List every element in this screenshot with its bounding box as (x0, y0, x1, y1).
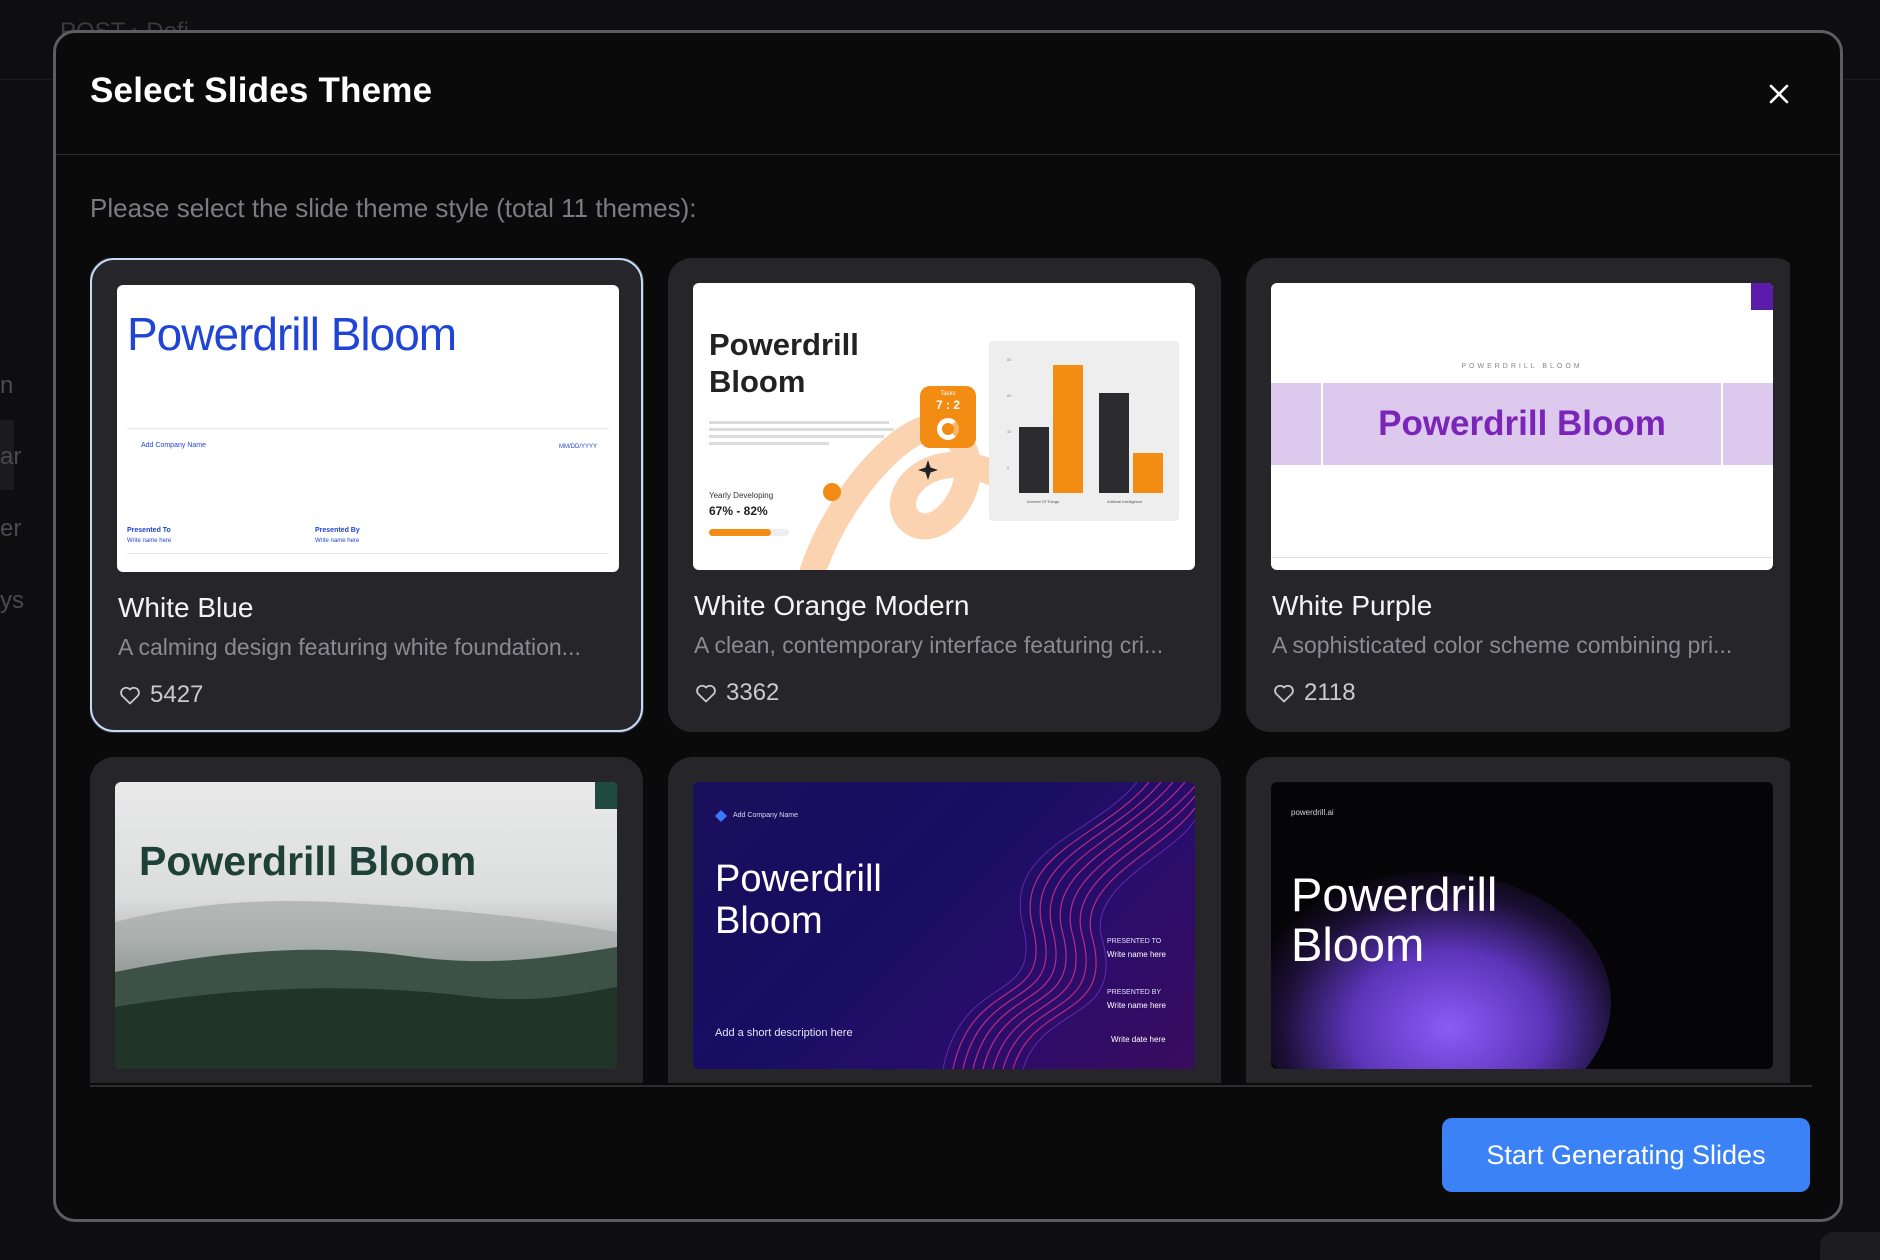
preview-date: Write date here (1111, 1035, 1166, 1044)
preview-chart-panel: 80 60 40 0 Internet Of Things Artificial Inte… (989, 341, 1179, 521)
preview-badge: Tasks 7 : 2 (920, 386, 976, 448)
preview-title: Powerdrill Bloom (1378, 404, 1666, 443)
start-generating-button[interactable]: Start Generating Slides (1442, 1118, 1810, 1192)
theme-grid: Powerdrill Bloom Add Company Name MM/DD/… (90, 258, 1790, 1083)
theme-likes[interactable]: 5427 (118, 680, 203, 710)
preview-category-label: Artificial Intelligence (1107, 499, 1143, 504)
background-corner-chip (1820, 1232, 1880, 1260)
theme-select-dialog: Select Slides Theme Please select the sl… (53, 30, 1843, 1222)
preview-presented-to-label: Presented To (127, 527, 171, 534)
preview-progress-track (709, 529, 789, 536)
preview-axis-label: 0 (1007, 465, 1010, 470)
preview-presented-by-label: PRESENTED BY (1107, 989, 1162, 996)
preview-text-line (709, 421, 889, 424)
preview-text-line (709, 442, 829, 445)
preview-title: Powerdrill Bloom (139, 838, 477, 884)
logo-icon (715, 810, 727, 822)
preview-title: Powerdrill Bloom (127, 308, 457, 360)
close-icon (1769, 84, 1789, 104)
preview-dot (823, 483, 841, 501)
dialog-header: Select Slides Theme (56, 33, 1840, 155)
theme-card-white-purple[interactable]: POWERDRILL BLOOM Powerdrill Bloom White … (1246, 258, 1790, 732)
preview-title-line1: Powerdrill (709, 327, 859, 362)
preview-axis-label: 40 (1007, 429, 1012, 434)
preview-bar (1053, 365, 1083, 493)
preview-date: MM/DD/YYYY (558, 444, 597, 450)
sparkle-icon (918, 460, 938, 480)
preview-presented-to-label: PRESENTED TO (1107, 938, 1162, 945)
preview-text-line (709, 428, 894, 431)
background-sidebar-text: ar (0, 443, 22, 470)
preview-title-line1: Powerdrill (715, 858, 882, 900)
preview-badge-label: Tasks (940, 391, 956, 397)
preview-divider (1271, 557, 1773, 558)
preview-category-label: Internet Of Things (1027, 499, 1059, 504)
theme-description: A sophisticated color scheme combining p… (1272, 632, 1733, 658)
preview-progress-fill (709, 529, 772, 536)
dialog-subtitle: Please select the slide theme style (tot… (90, 193, 697, 223)
theme-preview: POWERDRILL BLOOM Powerdrill Bloom (1271, 283, 1773, 570)
preview-band: Powerdrill Bloom (1271, 383, 1773, 465)
theme-card-white-blue[interactable]: Powerdrill Bloom Add Company Name MM/DD/… (90, 258, 643, 732)
theme-name: White Purple (1272, 590, 1433, 621)
preview-badge-ratio: 7 : 2 (935, 398, 960, 412)
preview-presented-to-value: Write name here (1107, 950, 1166, 959)
preview-presented-by-label: Presented By (315, 527, 360, 534)
theme-description: A clean, contemporary interface featurin… (694, 632, 1164, 658)
preview-text-line (709, 435, 884, 438)
heart-icon (696, 684, 716, 703)
preview-bar (1099, 393, 1129, 493)
preview-site: powerdrill.ai (1291, 808, 1334, 817)
preview-badge-donut (937, 418, 959, 440)
theme-preview: Powerdrill Bloom (115, 782, 617, 1069)
preview-bar-chart: 80 60 40 0 Internet Of Things Artificial Inte… (1007, 357, 1163, 504)
preview-presented-by-value: Write name here (315, 538, 360, 544)
likes-count: 2118 (1304, 679, 1356, 706)
preview-corner-accent (595, 782, 617, 809)
theme-card-forest[interactable]: Powerdrill Bloom (90, 757, 643, 1083)
theme-name: White Blue (118, 592, 254, 623)
preview-axis-label: 80 (1007, 357, 1012, 362)
heart-icon (120, 686, 140, 705)
heart-icon (1274, 684, 1294, 703)
theme-description: A calming design featuring white foundat… (118, 634, 581, 660)
preview-yearly-label: Yearly Developing (709, 491, 774, 500)
background-sidebar-text: er (0, 515, 22, 542)
theme-card-dark-purple-glow[interactable]: powerdrill.ai Powerdrill Bloom (1246, 757, 1790, 1083)
likes-count: 5427 (150, 681, 204, 708)
preview-description: Add a short description here (715, 1027, 853, 1039)
preview-title-line2: Bloom (1291, 918, 1425, 971)
theme-preview: Powerdrill Bloom Yearly Developing 67% -… (693, 283, 1195, 570)
preview-title-line1: Powerdrill (1291, 868, 1498, 921)
preview-presented-by-value: Write name here (1107, 1001, 1166, 1010)
likes-count: 3362 (726, 679, 780, 706)
theme-preview: powerdrill.ai Powerdrill Bloom (1271, 782, 1773, 1069)
preview-bar (1133, 453, 1163, 493)
preview-company: Add Company Name (733, 812, 798, 819)
theme-preview: Powerdrill Bloom Add Company Name MM/DD/… (117, 285, 619, 572)
theme-card-dark-blue-waves[interactable]: Add Company Name Powerdrill Bloom PRESEN… (668, 757, 1221, 1083)
theme-likes[interactable]: 3362 (694, 678, 779, 708)
theme-name: White Orange Modern (694, 590, 970, 621)
preview-title-line2: Bloom (709, 364, 806, 399)
background-sidebar-text: n (0, 372, 14, 399)
preview-landscape (115, 901, 617, 1069)
preview-kicker: POWERDRILL BLOOM (1461, 363, 1583, 370)
theme-likes[interactable]: 2118 (1272, 678, 1356, 708)
preview-company: Add Company Name (141, 442, 206, 449)
theme-card-white-orange-modern[interactable]: Powerdrill Bloom Yearly Developing 67% -… (668, 258, 1221, 732)
preview-divider (127, 553, 609, 554)
preview-presented-to-value: Write name here (127, 538, 172, 544)
preview-axis-label: 60 (1007, 393, 1012, 398)
preview-divider (127, 428, 609, 429)
theme-preview: Add Company Name Powerdrill Bloom PRESEN… (693, 782, 1195, 1069)
footer-divider (90, 1085, 1812, 1087)
background-sidebar-text: ys (0, 587, 24, 614)
close-button[interactable] (1764, 79, 1794, 109)
preview-yearly-range: 67% - 82% (709, 504, 768, 518)
preview-bar (1019, 427, 1049, 493)
dialog-title: Select Slides Theme (90, 71, 433, 110)
preview-corner-accent (1751, 283, 1773, 310)
preview-title-line2: Bloom (715, 900, 823, 942)
